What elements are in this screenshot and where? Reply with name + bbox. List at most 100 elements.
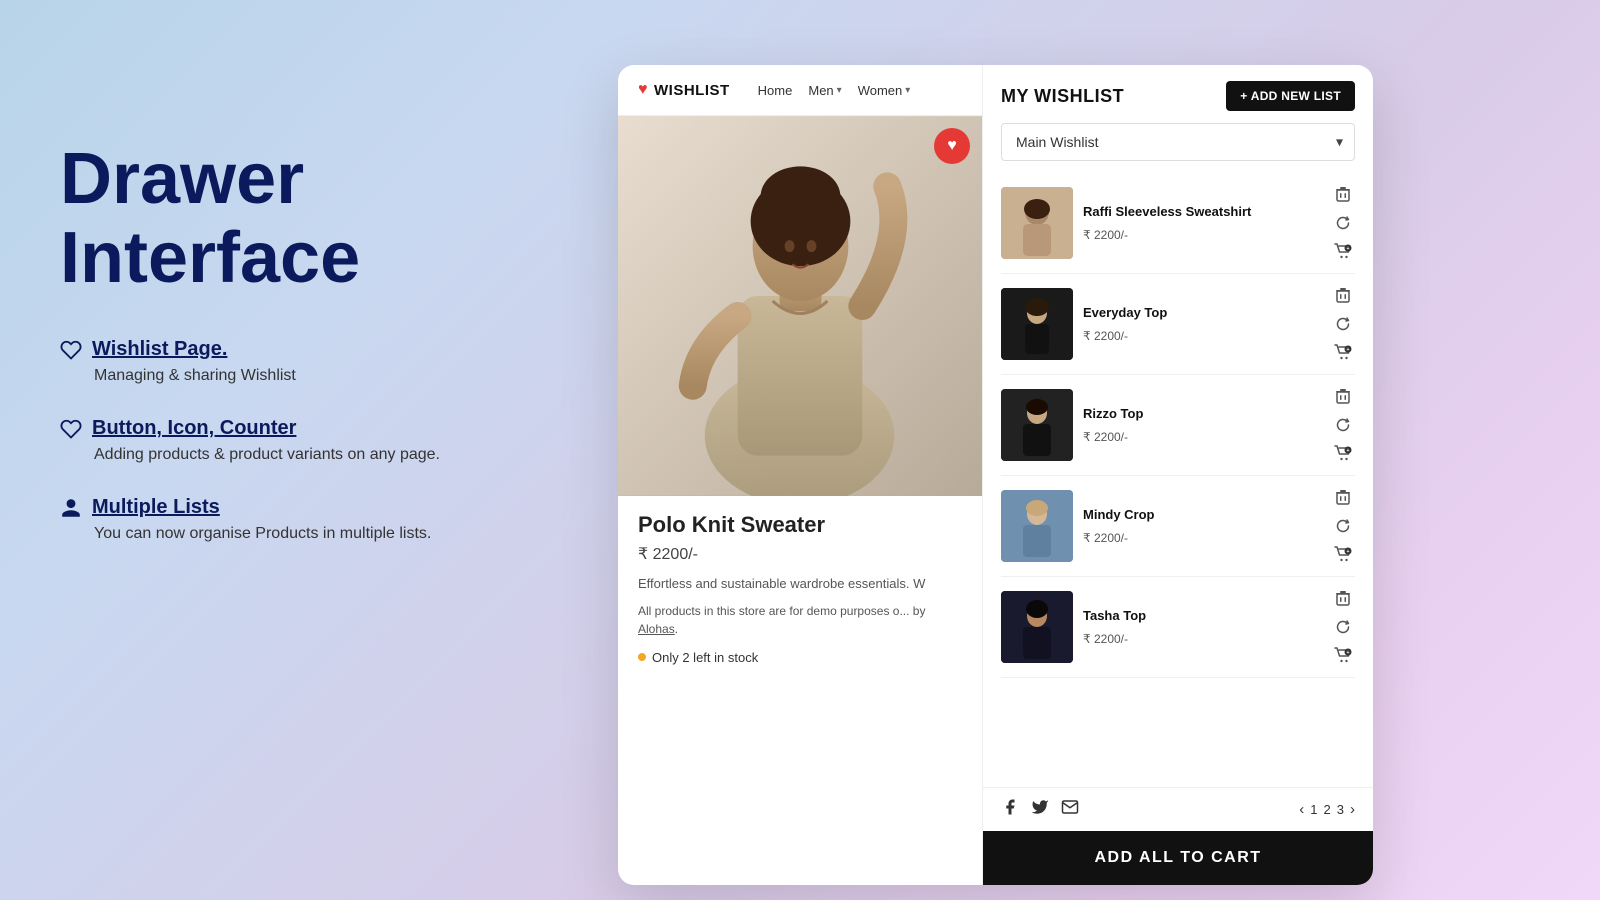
facebook-icon[interactable] [1001, 798, 1019, 821]
refresh-button-3[interactable] [1331, 413, 1355, 437]
product-info: Polo Knit Sweater ₹ 2200/- Effortless an… [618, 496, 982, 885]
add-to-cart-button-1[interactable]: + [1331, 239, 1355, 263]
product-area: ♥ WISHLIST Home Men ▾ Women ▾ [618, 65, 983, 885]
twitter-svg [1031, 798, 1049, 816]
nav-home[interactable]: Home [758, 83, 793, 98]
item-price-4: ₹ 2200/- [1083, 531, 1321, 545]
delete-button-5[interactable] [1331, 587, 1355, 611]
nav-women-chevron: ▾ [905, 85, 910, 96]
store-notice: All products in this store are for demo … [638, 602, 962, 638]
nav-women-label: Women [858, 83, 903, 98]
trash-icon-3 [1336, 389, 1350, 405]
nav-men-label: Men [808, 83, 833, 98]
feature-wishlist-page: Wishlist Page. Managing & sharing Wishli… [60, 338, 560, 385]
list-item: Everyday Top ₹ 2200/- [1001, 274, 1355, 375]
delete-button-3[interactable] [1331, 385, 1355, 409]
pagination: ‹ 1 2 3 › [1299, 801, 1355, 818]
item-actions-2: + [1331, 284, 1355, 364]
svg-text:+: + [1347, 650, 1350, 656]
refresh-button-2[interactable] [1331, 312, 1355, 336]
feature-desc-2: Adding products & product variants on an… [60, 446, 560, 464]
feature-desc-3: You can now organise Products in multipl… [60, 525, 560, 543]
pagination-prev[interactable]: ‹ [1299, 801, 1304, 818]
thumb-person-1 [1001, 187, 1073, 259]
nav-women[interactable]: Women ▾ [858, 83, 911, 98]
email-icon[interactable] [1061, 798, 1079, 821]
refresh-icon-1 [1335, 215, 1351, 231]
email-svg [1061, 798, 1079, 816]
trash-icon-4 [1336, 490, 1350, 506]
wishlist-page-link[interactable]: Wishlist Page. [92, 338, 227, 361]
thumb-svg-4 [1001, 490, 1073, 562]
refresh-icon-2 [1335, 316, 1351, 332]
thumb-svg-2 [1001, 288, 1073, 360]
refresh-button-5[interactable] [1331, 615, 1355, 639]
add-to-cart-button-2[interactable]: + [1331, 340, 1355, 364]
nav-men[interactable]: Men ▾ [808, 83, 841, 98]
drawer-header: MY WISHLIST + ADD NEW LIST [983, 65, 1373, 123]
item-thumbnail-4 [1001, 490, 1073, 562]
wishlist-select[interactable]: Main Wishlist [1001, 123, 1355, 161]
twitter-icon[interactable] [1031, 798, 1049, 821]
thumb-person-2 [1001, 288, 1073, 360]
cart-icon-5: + [1334, 647, 1352, 663]
item-thumbnail-2 [1001, 288, 1073, 360]
nav-links: Home Men ▾ Women ▾ [758, 83, 911, 98]
item-actions-5: + [1331, 587, 1355, 667]
refresh-icon-5 [1335, 619, 1351, 635]
item-thumbnail-5 [1001, 591, 1073, 663]
trash-icon-1 [1336, 187, 1350, 203]
thumb-svg-3 [1001, 389, 1073, 461]
thumb-person-5 [1001, 591, 1073, 663]
wishlist-drawer: MY WISHLIST + ADD NEW LIST Main Wishlist… [983, 65, 1373, 885]
page-2[interactable]: 2 [1324, 802, 1331, 817]
thumb-person-3 [1001, 389, 1073, 461]
multiple-lists-link[interactable]: Multiple Lists [92, 496, 220, 519]
trash-icon-5 [1336, 591, 1350, 607]
add-new-list-button[interactable]: + ADD NEW LIST [1226, 81, 1355, 111]
item-details-1: Raffi Sleeveless Sweatshirt ₹ 2200/- [1083, 204, 1321, 243]
svg-text:+: + [1347, 549, 1350, 555]
list-item: Raffi Sleeveless Sweatshirt ₹ 2200/- [1001, 173, 1355, 274]
feature-multiple-lists: Multiple Lists You can now organise Prod… [60, 496, 560, 543]
delete-button-1[interactable] [1331, 183, 1355, 207]
delete-button-4[interactable] [1331, 486, 1355, 510]
wishlist-heart-button[interactable]: ♥ [934, 128, 970, 164]
nav-logo: ♥ WISHLIST [638, 81, 730, 99]
pagination-next[interactable]: › [1350, 801, 1355, 818]
button-icon-counter-link[interactable]: Button, Icon, Counter [92, 417, 296, 440]
refresh-button-1[interactable] [1331, 211, 1355, 235]
thumb-svg-1 [1001, 187, 1073, 259]
heart-outline-icon-1 [60, 339, 82, 361]
stock-dot [638, 653, 646, 661]
product-description: Effortless and sustainable wardrobe esse… [638, 574, 962, 594]
page-3[interactable]: 3 [1337, 802, 1344, 817]
product-price: ₹ 2200/- [638, 544, 962, 564]
item-price-3: ₹ 2200/- [1083, 430, 1321, 444]
add-all-to-cart-button[interactable]: ADD ALL TO CART [983, 831, 1373, 885]
alohas-link[interactable]: Alohas [638, 622, 675, 636]
cart-icon-1: + [1334, 243, 1352, 259]
drawer-title: MY WISHLIST [1001, 86, 1124, 107]
list-item: Rizzo Top ₹ 2200/- [1001, 375, 1355, 476]
page-1[interactable]: 1 [1310, 802, 1317, 817]
refresh-button-4[interactable] [1331, 514, 1355, 538]
add-to-cart-button-4[interactable]: + [1331, 542, 1355, 566]
item-thumbnail-1 [1001, 187, 1073, 259]
nav-logo-text: WISHLIST [654, 82, 730, 99]
left-section: Drawer Interface Wishlist Page. Managing… [60, 140, 560, 575]
item-actions-3: + [1331, 385, 1355, 465]
feature-heading-3: Multiple Lists [60, 496, 560, 519]
item-details-5: Tasha Top ₹ 2200/- [1083, 608, 1321, 647]
nav: ♥ WISHLIST Home Men ▾ Women ▾ [618, 65, 982, 116]
social-icons [1001, 798, 1079, 821]
item-price-2: ₹ 2200/- [1083, 329, 1321, 343]
list-item: Tasha Top ₹ 2200/- [1001, 577, 1355, 678]
item-actions-1: + [1331, 183, 1355, 263]
svg-text:+: + [1347, 246, 1350, 252]
delete-button-2[interactable] [1331, 284, 1355, 308]
feature-heading-1: Wishlist Page. [60, 338, 560, 361]
thumb-person-4 [1001, 490, 1073, 562]
add-to-cart-button-5[interactable]: + [1331, 643, 1355, 667]
add-to-cart-button-3[interactable]: + [1331, 441, 1355, 465]
